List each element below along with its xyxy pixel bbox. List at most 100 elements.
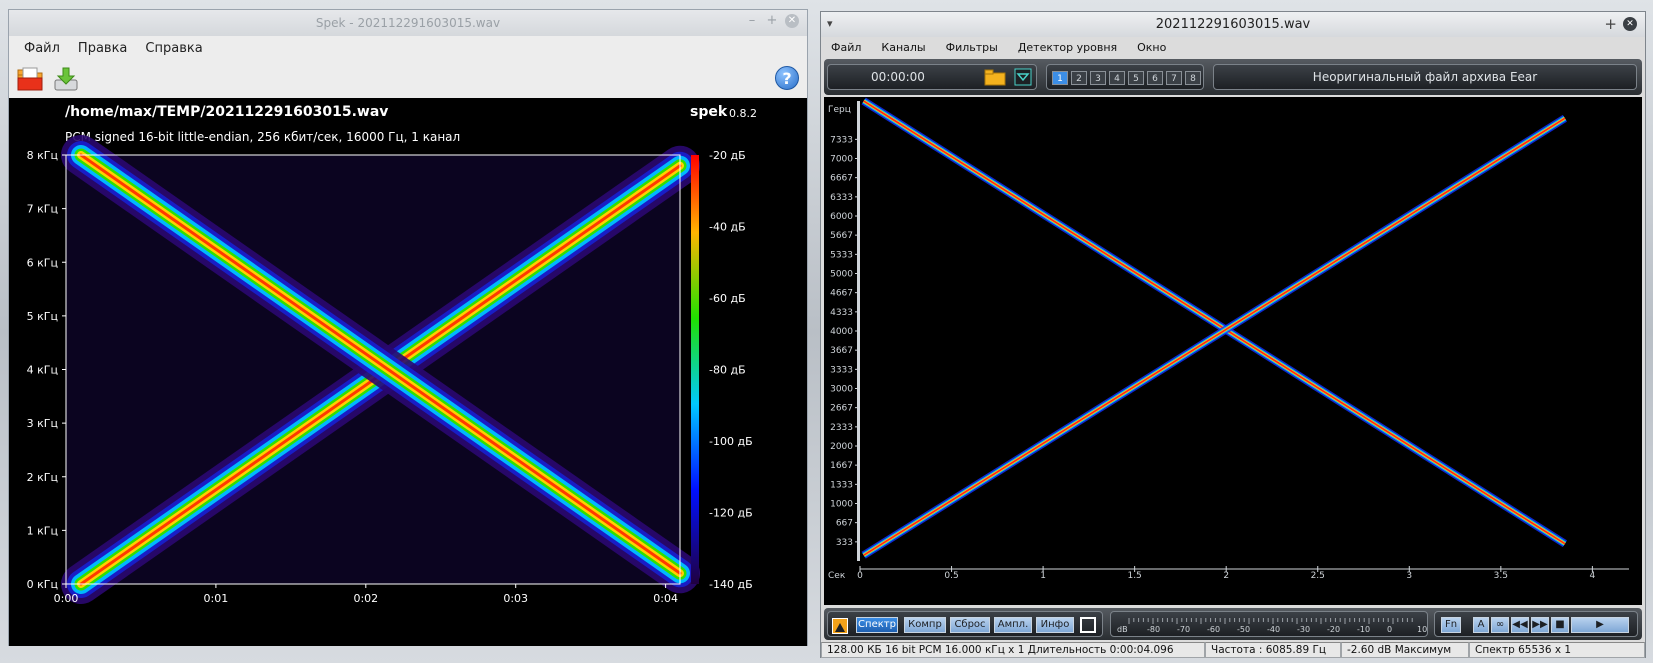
eear-menubar: Файл Каналы Фильтры Детектор уровня Окно — [821, 37, 1645, 57]
eear-xtick-label: 2.5 — [1311, 571, 1325, 581]
spek-ytick-label: 0 кГц — [27, 578, 58, 591]
status-spectrum: Спектр 65536 x 1 — [1469, 642, 1645, 658]
close-icon[interactable]: ✕ — [1623, 17, 1637, 31]
channel-1-button[interactable]: 1 — [1052, 71, 1068, 85]
time-panel: 00:00:00 — [827, 64, 1037, 90]
channel-4-button[interactable]: 4 — [1109, 71, 1125, 85]
close-icon[interactable]: ✕ — [785, 14, 799, 28]
transport-panel: Fn A ∞ ◀◀ ▶▶ ■ ▶ — [1434, 611, 1638, 637]
channels-panel: 1 2 3 4 5 6 7 8 — [1046, 64, 1204, 90]
eear-y-unit-label: Герц — [828, 105, 851, 115]
eear-ytick-label: 5000 — [830, 270, 853, 280]
spectrum-button[interactable]: Спектр — [856, 617, 898, 633]
eear-ytick-label: 4667 — [830, 289, 853, 299]
eear-ytick-label: 4000 — [830, 327, 853, 337]
eear-ytick-label: 333 — [836, 538, 853, 548]
spek-db-label: -120 дБ — [709, 507, 753, 520]
spek-ytick-label: 7 кГц — [27, 203, 58, 216]
amplitude-button[interactable]: Ампл. — [994, 617, 1032, 633]
eear-spectrogram-chart[interactable]: Герц Сек 7333 7000 6667 6333 6000 5667 5333 5000 4… — [824, 97, 1642, 605]
eear-xtick-label: 0.5 — [944, 571, 958, 581]
open-file-button[interactable] — [15, 64, 45, 94]
compress-button[interactable]: Компр — [904, 617, 946, 633]
level-meter-panel: dB -80 -70 -60 -50 -40 -30 -20 -10 0 10 — [1110, 611, 1428, 637]
save-download-icon — [54, 67, 78, 91]
loop-icon[interactable]: ∞ — [1491, 617, 1509, 633]
channel-5-button[interactable]: 5 — [1128, 71, 1144, 85]
archive-status-text: Неоригинальный файл архива Eear — [1312, 70, 1538, 84]
spectrum-mode-icon[interactable] — [832, 618, 848, 634]
meter-db-label: dB — [1117, 625, 1128, 634]
spek-ytick-label: 5 кГц — [27, 310, 58, 323]
a-button[interactable]: A — [1473, 617, 1489, 633]
eear-ytick-label: 3333 — [830, 365, 853, 375]
channel-3-button[interactable]: 3 — [1090, 71, 1106, 85]
spek-titlebar[interactable]: Spek - 202112291603015.wav – + ✕ — [9, 10, 807, 36]
meter-tick-label: -50 — [1237, 625, 1251, 634]
info-button[interactable]: Инфо — [1036, 617, 1074, 633]
play-icon[interactable]: ▶ — [1571, 617, 1629, 633]
meter-tick-label: -70 — [1177, 625, 1191, 634]
menu-file[interactable]: Файл — [15, 41, 69, 56]
eear-sweep-line-1-band-3 — [863, 117, 1566, 556]
channel-7-button[interactable]: 7 — [1166, 71, 1182, 85]
eear-window-title: 202112291603015.wav — [1155, 17, 1311, 32]
spek-window-title: Spek - 202112291603015.wav — [315, 16, 501, 30]
mode-panel: Спектр Компр Сброс Ампл. Инфо — [827, 611, 1103, 637]
eear-ytick-label: 6000 — [830, 212, 853, 222]
folder-icon[interactable] — [984, 68, 1006, 86]
rewind-icon[interactable]: ◀◀ — [1511, 617, 1529, 633]
menu-help[interactable]: Справка — [136, 41, 211, 56]
channel-2-button[interactable]: 2 — [1071, 71, 1087, 85]
save-button[interactable] — [51, 64, 81, 94]
help-icon[interactable]: ? — [775, 66, 799, 90]
maximize-icon[interactable]: + — [765, 14, 779, 28]
spek-xtick-label: 0:02 — [353, 592, 378, 605]
minimize-icon[interactable]: – — [745, 14, 759, 28]
spek-db-label: -100 дБ — [709, 435, 753, 448]
time-display: 00:00:00 — [871, 70, 925, 84]
maximize-icon[interactable]: + — [1604, 15, 1617, 33]
eear-ytick-label: 3000 — [830, 385, 853, 395]
checkbox-toggle[interactable] — [1080, 617, 1096, 633]
eear-menu-file[interactable]: Файл — [825, 41, 867, 54]
channel-8-button[interactable]: 8 — [1185, 71, 1201, 85]
fn-button[interactable]: Fn — [1441, 617, 1461, 633]
stop-icon[interactable]: ■ — [1551, 617, 1569, 633]
eear-ytick-label: 1333 — [830, 480, 853, 490]
meter-tick-label: -10 — [1357, 625, 1371, 634]
dropdown-icon[interactable] — [1014, 68, 1032, 86]
status-file-info: 128.00 КБ 16 bit PCM 16.000 кГц x 1 Длит… — [821, 642, 1205, 658]
eear-ytick-label: 7000 — [830, 155, 853, 165]
eear-statusbar: 128.00 КБ 16 bit PCM 16.000 кГц x 1 Длит… — [821, 642, 1645, 658]
eear-ytick-label: 4333 — [830, 308, 853, 318]
eear-menu-channels[interactable]: Каналы — [875, 41, 931, 54]
menu-edit[interactable]: Правка — [69, 41, 136, 56]
fast-forward-icon[interactable]: ▶▶ — [1531, 617, 1549, 633]
spek-spectrogram-chart[interactable]: 0 кГц 1 кГц 2 кГц 3 кГц 4 кГц 5 кГц 6 кГц 7 кГц… — [9, 98, 807, 646]
reset-button[interactable]: Сброс — [950, 617, 990, 633]
eear-menu-window[interactable]: Окно — [1131, 41, 1172, 54]
eear-xtick-label: 3.5 — [1494, 571, 1508, 581]
eear-sweep-line-0-band-3 — [863, 100, 1566, 545]
status-level: -2.60 dB Максимум — [1341, 642, 1469, 658]
window-menu-icon[interactable]: ▾ — [827, 17, 833, 30]
eear-ytick-label: 2333 — [830, 423, 853, 433]
eear-xtick-label: 1 — [1040, 571, 1046, 581]
channel-6-button[interactable]: 6 — [1147, 71, 1163, 85]
spek-xtick-label: 0:04 — [653, 592, 678, 605]
eear-menu-filters[interactable]: Фильтры — [940, 41, 1004, 54]
spek-xtick-label: 0:03 — [503, 592, 528, 605]
eear-titlebar[interactable]: ▾ 202112291603015.wav + ✕ — [821, 12, 1645, 37]
status-frequency: Частота : 6085.89 Гц — [1205, 642, 1341, 658]
meter-tick-label: 0 — [1387, 625, 1393, 634]
meter-tick-label: -20 — [1327, 625, 1341, 634]
eear-window: ▾ 202112291603015.wav + ✕ Файл Каналы Фи… — [820, 11, 1646, 658]
meter-tick-label: -60 — [1207, 625, 1221, 634]
eear-ytick-label: 3667 — [830, 346, 853, 356]
eear-xtick-label: 1.5 — [1127, 571, 1141, 581]
eear-ytick-label: 1667 — [830, 461, 853, 471]
eear-ytick-label: 7333 — [830, 135, 853, 145]
eear-menu-level-detector[interactable]: Детектор уровня — [1012, 41, 1123, 54]
spek-window: Spek - 202112291603015.wav – + ✕ Файл Пр… — [8, 9, 808, 646]
